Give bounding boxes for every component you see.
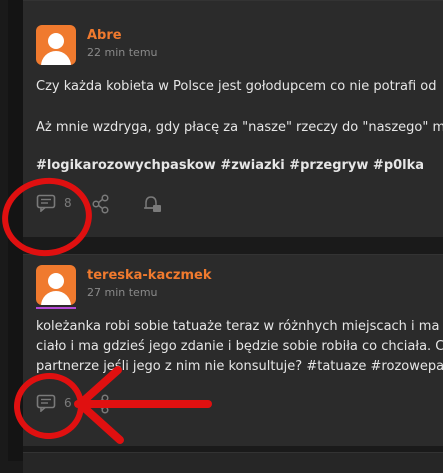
- annotation-arrow: [74, 366, 212, 444]
